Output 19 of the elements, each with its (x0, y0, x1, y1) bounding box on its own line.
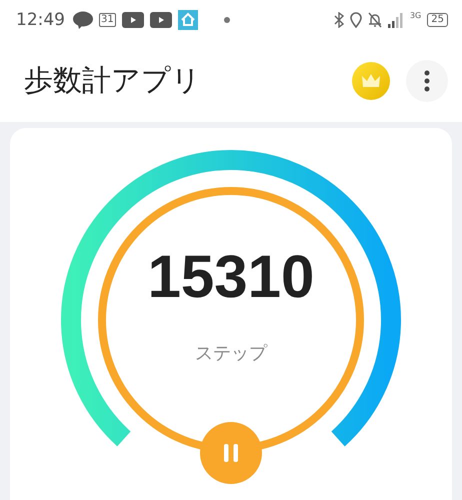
play-icon (122, 12, 144, 28)
play-icon (150, 12, 172, 28)
more-icon (424, 70, 430, 92)
location-icon (350, 12, 362, 28)
battery-level: 25 (427, 13, 448, 27)
muted-bell-icon (368, 12, 382, 28)
signal-icon (388, 12, 404, 28)
step-count: 15310 (148, 242, 314, 311)
app-title: 歩数計アプリ (24, 62, 202, 99)
more-options-button[interactable] (406, 60, 448, 102)
home-icon (178, 10, 198, 30)
chat-icon (73, 11, 93, 29)
calendar-icon: 31 (99, 13, 116, 27)
network-type: 3G (410, 11, 422, 20)
step-unit: ステップ (195, 342, 267, 365)
dot-icon (224, 17, 230, 23)
status-time: 12:49 (16, 10, 65, 30)
bluetooth-icon (334, 12, 344, 28)
crown-icon[interactable] (352, 62, 390, 100)
